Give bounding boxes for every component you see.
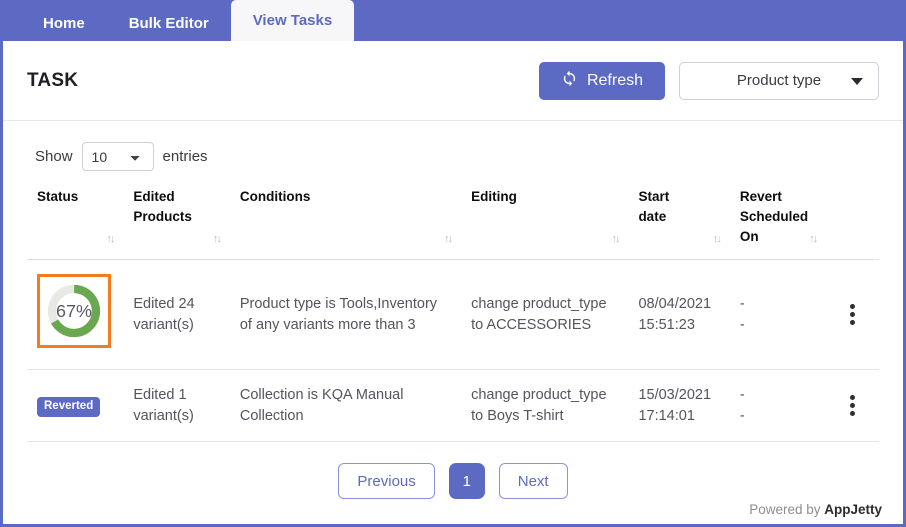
revert-on-line1: - — [739, 295, 745, 312]
refresh-icon — [561, 70, 578, 92]
column-header-start-date[interactable]: Start date ↑↓ — [628, 179, 730, 260]
cell-revert-scheduled-on: - - — [729, 259, 827, 370]
column-header-edited-products-label: Edited Products — [133, 189, 192, 224]
column-header-conditions-label: Conditions — [239, 189, 311, 204]
revert-on-line1: - — [739, 386, 745, 403]
start-date-date: 08/04/2021 — [638, 295, 712, 312]
show-entries-prefix: Show — [35, 148, 73, 165]
refresh-button[interactable]: Refresh — [538, 61, 665, 100]
cell-actions — [826, 369, 879, 442]
show-entries-suffix: entries — [162, 148, 208, 165]
product-type-filter-value[interactable]: Product type — [679, 61, 879, 100]
column-header-status[interactable]: Status ↑↓ — [27, 179, 124, 260]
page-title: TASK — [27, 69, 79, 91]
sort-icon[interactable]: ↑↓ — [713, 229, 722, 249]
app-window: Home Bulk Editor View Tasks TASK Refresh… — [0, 0, 906, 527]
tasks-table-head: Status ↑↓ Edited Products ↑↓ Conditions … — [27, 179, 879, 260]
table-header-row: Status ↑↓ Edited Products ↑↓ Conditions … — [27, 179, 879, 260]
cell-revert-scheduled-on: - - — [729, 369, 827, 442]
product-type-filter[interactable]: Product type — [679, 61, 879, 100]
pagination-previous-button[interactable]: Previous — [338, 463, 435, 499]
pagination-next-button[interactable]: Next — [498, 463, 568, 499]
table-row: Reverted Edited 1 variant(s) Collection … — [27, 369, 879, 442]
tasks-table-body: 67% Edited 24 variant(s) Product type is… — [27, 259, 879, 442]
column-header-actions — [826, 179, 879, 260]
column-header-editing-label: Editing — [471, 189, 517, 204]
sort-icon[interactable]: ↑↓ — [213, 229, 222, 249]
cell-status: Reverted — [27, 369, 124, 442]
pagination: Previous 1 Next — [27, 442, 879, 505]
status-highlight-box: 67% — [37, 274, 111, 348]
column-header-editing[interactable]: Editing ↑↓ — [461, 179, 629, 260]
start-date-time: 17:14:01 — [638, 407, 695, 424]
cell-editing: change product_type to ACCESSORIES — [461, 259, 629, 370]
nav-tab-home[interactable]: Home — [21, 7, 107, 41]
cell-status: 67% — [27, 259, 124, 370]
status-badge: Reverted — [37, 396, 101, 417]
cell-conditions: Collection is KQA Manual Collection — [229, 369, 462, 442]
revert-on-line2: - — [739, 407, 745, 424]
sort-icon[interactable]: ↑↓ — [444, 229, 453, 249]
page-header: TASK Refresh Product type — [3, 41, 903, 121]
table-row: 67% Edited 24 variant(s) Product type is… — [27, 259, 879, 370]
cell-editing: change product_type to Boys T-shirt — [461, 369, 629, 442]
cell-start-date: 08/04/2021 15:51:23 — [628, 259, 730, 370]
show-entries-control: Show 10 25 50 100 entries — [27, 121, 879, 179]
progress-donut-label: 67% — [56, 301, 92, 321]
page-content: Show 10 25 50 100 entries Status ↑↓ — [3, 121, 903, 505]
cell-actions — [826, 259, 879, 370]
tasks-table: Status ↑↓ Edited Products ↑↓ Conditions … — [27, 179, 879, 442]
sort-icon[interactable]: ↑↓ — [106, 229, 115, 249]
revert-on-line2: - — [739, 316, 745, 333]
entries-per-page-select[interactable]: 10 25 50 100 — [81, 142, 154, 171]
cell-edited-products: Edited 24 variant(s) — [123, 259, 230, 370]
column-header-edited-products[interactable]: Edited Products ↑↓ — [123, 179, 230, 260]
column-header-start-date-label: Start date — [638, 189, 670, 224]
cell-edited-products: Edited 1 variant(s) — [123, 369, 230, 442]
header-actions: Refresh Product type — [538, 61, 879, 100]
footer-prefix: Powered by — [749, 502, 825, 517]
column-header-revert-scheduled-on[interactable]: Revert Scheduled On ↑↓ — [729, 179, 827, 260]
cell-conditions: Product type is Tools,Inventory of any v… — [229, 259, 462, 370]
cell-start-date: 15/03/2021 17:14:01 — [628, 369, 730, 442]
nav-tab-view-tasks[interactable]: View Tasks — [230, 0, 355, 41]
column-header-conditions[interactable]: Conditions ↑↓ — [229, 179, 462, 260]
kebab-menu-icon[interactable] — [842, 304, 864, 325]
kebab-menu-icon[interactable] — [842, 395, 864, 416]
top-navbar: Home Bulk Editor View Tasks — [3, 0, 903, 41]
start-date-time: 15:51:23 — [638, 316, 695, 333]
footer-brand: AppJetty — [824, 502, 882, 517]
pagination-page-1-button[interactable]: 1 — [448, 463, 485, 499]
column-header-revert-scheduled-on-label: Revert Scheduled On — [739, 189, 809, 244]
start-date-date: 15/03/2021 — [638, 386, 712, 403]
sort-icon[interactable]: ↑↓ — [611, 229, 620, 249]
sort-icon[interactable]: ↑↓ — [809, 229, 818, 249]
progress-donut-icon: 67% — [47, 284, 101, 338]
column-header-status-label: Status — [37, 189, 79, 204]
footer: Powered by AppJetty — [749, 502, 882, 517]
nav-tab-bulk-editor[interactable]: Bulk Editor — [107, 7, 231, 41]
refresh-button-label: Refresh — [586, 71, 643, 89]
